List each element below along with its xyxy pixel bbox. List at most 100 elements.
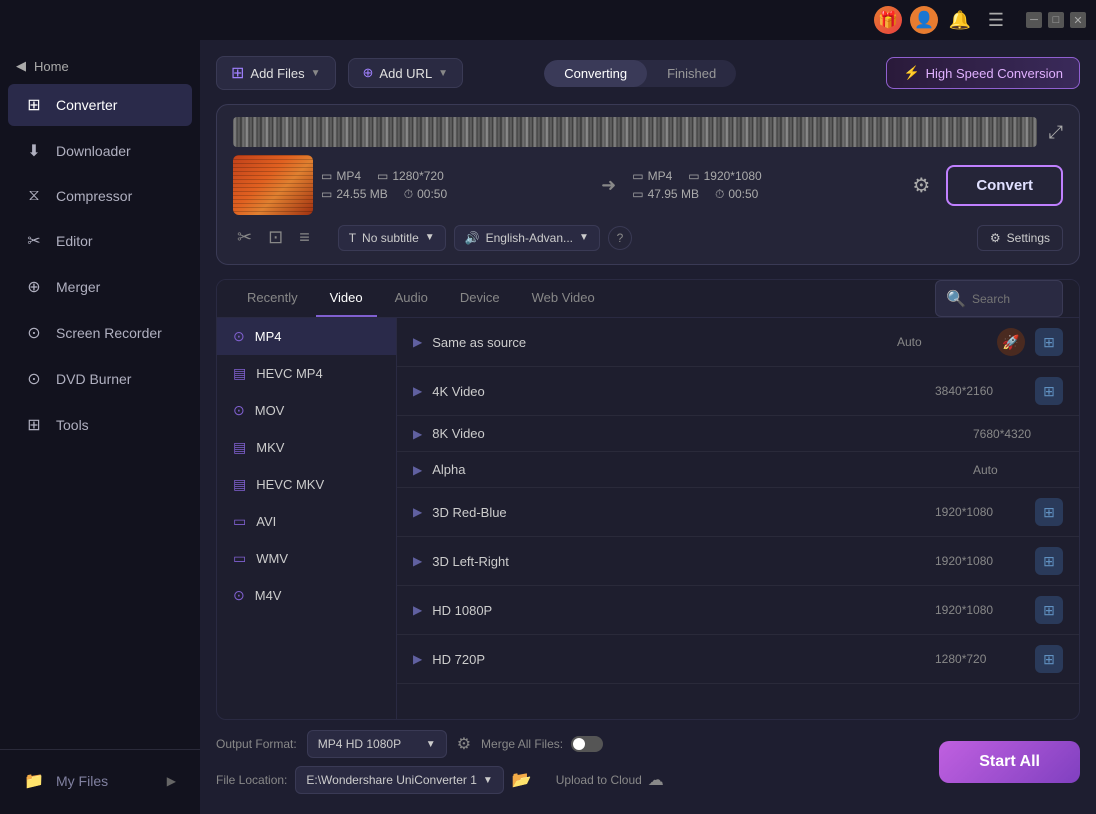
format-item-mp4[interactable]: ⊙ MP4: [217, 318, 396, 355]
duration-icon: ⏱: [715, 187, 724, 202]
rocket-button[interactable]: 🚀: [997, 328, 1025, 356]
quality-action-button[interactable]: ⊞: [1035, 596, 1063, 624]
subtitle-select[interactable]: T No subtitle ▼: [338, 225, 446, 251]
format-item-hevc-mkv[interactable]: ▤ HEVC MKV: [217, 466, 396, 503]
gift-icon[interactable]: 🎁: [874, 6, 902, 34]
tab-audio[interactable]: Audio: [381, 280, 442, 317]
quality-list: ▶ Same as source Auto 🚀 ⊞ ▶ 4K Video 384…: [397, 318, 1079, 719]
file-location-select[interactable]: E:\Wondershare UniConverter 1 ▼: [295, 766, 503, 794]
upload-cloud-row: Upload to Cloud ☁: [556, 770, 664, 790]
convert-button[interactable]: Convert: [946, 165, 1063, 206]
sidebar-home[interactable]: ◀ Home: [0, 50, 200, 82]
sidebar-item-editor[interactable]: ✂ Editor: [8, 220, 192, 262]
file-waveform: [233, 117, 1037, 147]
high-speed-button[interactable]: ⚡ High Speed Conversion: [886, 57, 1080, 89]
effects-button[interactable]: ≡: [295, 223, 314, 252]
sidebar-item-label: Screen Recorder: [56, 325, 162, 341]
start-all-button[interactable]: Start All: [939, 741, 1080, 783]
format-item-avi[interactable]: ▭ AVI: [217, 503, 396, 540]
quality-3d-red-blue[interactable]: ▶ 3D Red-Blue 1920*1080 ⊞: [397, 488, 1079, 537]
sidebar-item-dvd-burner[interactable]: ⊙ DVD Burner: [8, 358, 192, 400]
wmv-icon: ▭: [233, 550, 246, 567]
format-icon: ▭: [632, 169, 643, 183]
format-panel: Recently Video Audio Device Web Video 🔍: [216, 279, 1080, 720]
tab-finished[interactable]: Finished: [647, 60, 736, 87]
format-item-wmv[interactable]: ▭ WMV: [217, 540, 396, 577]
cut-button[interactable]: ✂: [233, 223, 256, 252]
user-icon[interactable]: 👤: [910, 6, 938, 34]
play-icon: ▶: [413, 384, 422, 398]
file-settings-button[interactable]: ⚙: [912, 173, 930, 198]
quality-4k[interactable]: ▶ 4K Video 3840*2160 ⊞: [397, 367, 1079, 416]
sidebar-item-tools[interactable]: ⊞ Tools: [8, 404, 192, 446]
quality-action-button[interactable]: ⊞: [1035, 498, 1063, 526]
sidebar-item-compressor[interactable]: ⧖ Compressor: [8, 176, 192, 216]
quality-action-button[interactable]: ⊞: [1035, 328, 1063, 356]
format-panel-wrapper: Recently Video Audio Device Web Video 🔍: [216, 279, 1080, 720]
quality-alpha[interactable]: ▶ Alpha Auto: [397, 452, 1079, 488]
audio-select[interactable]: 🔊 English-Advan... ▼: [454, 225, 600, 251]
maximize-button[interactable]: □: [1048, 12, 1064, 28]
chevron-down-icon: ▼: [438, 68, 448, 79]
sidebar-item-screen-recorder[interactable]: ⊙ Screen Recorder: [8, 312, 192, 354]
help-button[interactable]: ?: [608, 226, 632, 250]
format-item-mkv[interactable]: ▤ MKV: [217, 429, 396, 466]
tab-converting[interactable]: Converting: [544, 60, 647, 87]
file-meta-source: ▭ MP4 ▭ 1280*720: [321, 169, 585, 183]
size-icon: ▭: [321, 187, 332, 201]
window-controls: ─ □ ✕: [1026, 12, 1086, 28]
quality-action-button[interactable]: ⊞: [1035, 645, 1063, 673]
toggle-knob: [573, 738, 585, 750]
quality-hd-1080p[interactable]: ▶ HD 1080P 1920*1080 ⊞: [397, 586, 1079, 635]
sidebar-item-merger[interactable]: ⊕ Merger: [8, 266, 192, 308]
audio-icon: 🔊: [465, 231, 480, 245]
format-item-m4v[interactable]: ⊙ M4V: [217, 577, 396, 614]
resolution-icon: ▭: [688, 169, 699, 183]
file-meta-target-2: ▭ 47.95 MB ⏱ 00:50: [632, 187, 896, 202]
menu-icon[interactable]: ☰: [982, 6, 1010, 34]
search-input[interactable]: [972, 292, 1052, 306]
add-files-button[interactable]: ⊞ Add Files ▼: [216, 56, 336, 90]
format-list: ⊙ MP4 ▤ HEVC MP4 ⊙ MOV: [217, 318, 397, 719]
sidebar-item-downloader[interactable]: ⬇ Downloader: [8, 130, 192, 172]
dvd-burner-icon: ⊙: [24, 369, 44, 389]
quality-same-as-source[interactable]: ▶ Same as source Auto 🚀 ⊞: [397, 318, 1079, 367]
settings-button[interactable]: ⚙ Settings: [977, 225, 1063, 251]
sidebar: ◀ Home ⊞ Converter ⬇ Downloader ⧖ Compre…: [0, 40, 200, 814]
quality-action-button[interactable]: ⊞: [1035, 547, 1063, 575]
sidebar-item-label: Compressor: [56, 188, 132, 204]
play-icon: ▶: [413, 554, 422, 568]
settings-small-icon[interactable]: ⚙: [457, 734, 471, 754]
chevron-down-icon: ▼: [579, 232, 589, 243]
tab-device[interactable]: Device: [446, 280, 514, 317]
quality-hd-720p[interactable]: ▶ HD 720P 1280*720 ⊞: [397, 635, 1079, 684]
open-folder-button[interactable]: 📂: [512, 770, 532, 790]
file-location-label: File Location:: [216, 773, 287, 787]
file-meta-source-2: ▭ 24.55 MB ⏱ 00:50: [321, 187, 585, 202]
tab-web-video[interactable]: Web Video: [518, 280, 609, 317]
close-button[interactable]: ✕: [1070, 12, 1086, 28]
quality-3d-left-right[interactable]: ▶ 3D Left-Right 1920*1080 ⊞: [397, 537, 1079, 586]
add-url-button[interactable]: ⊕ Add URL ▼: [348, 58, 464, 88]
format-search[interactable]: 🔍: [935, 280, 1063, 317]
quality-8k[interactable]: ▶ 8K Video 7680*4320: [397, 416, 1079, 452]
minimize-button[interactable]: ─: [1026, 12, 1042, 28]
sidebar-item-converter[interactable]: ⊞ Converter: [8, 84, 192, 126]
tab-video[interactable]: Video: [316, 280, 377, 317]
tab-recently[interactable]: Recently: [233, 280, 312, 317]
arrow-right-icon: ➜: [601, 175, 616, 196]
file-location-row: File Location: E:\Wondershare UniConvert…: [216, 766, 923, 794]
merge-toggle[interactable]: [571, 736, 603, 752]
quality-action-button[interactable]: ⊞: [1035, 377, 1063, 405]
output-format-select[interactable]: MP4 HD 1080P ▼: [307, 730, 447, 758]
cloud-icon[interactable]: ☁: [648, 770, 664, 790]
format-item-hevc-mp4[interactable]: ▤ HEVC MP4: [217, 355, 396, 392]
expand-button[interactable]: ⤢: [1049, 122, 1063, 143]
bell-icon[interactable]: 🔔: [946, 6, 974, 34]
crop-button[interactable]: ⊡: [264, 223, 287, 252]
size-icon: ▭: [632, 187, 643, 201]
hevc-mkv-icon: ▤: [233, 476, 246, 493]
sidebar-item-my-files[interactable]: 📁 My Files ▶: [8, 760, 192, 802]
format-item-mov[interactable]: ⊙ MOV: [217, 392, 396, 429]
gear-icon: ⚙: [990, 231, 1001, 245]
